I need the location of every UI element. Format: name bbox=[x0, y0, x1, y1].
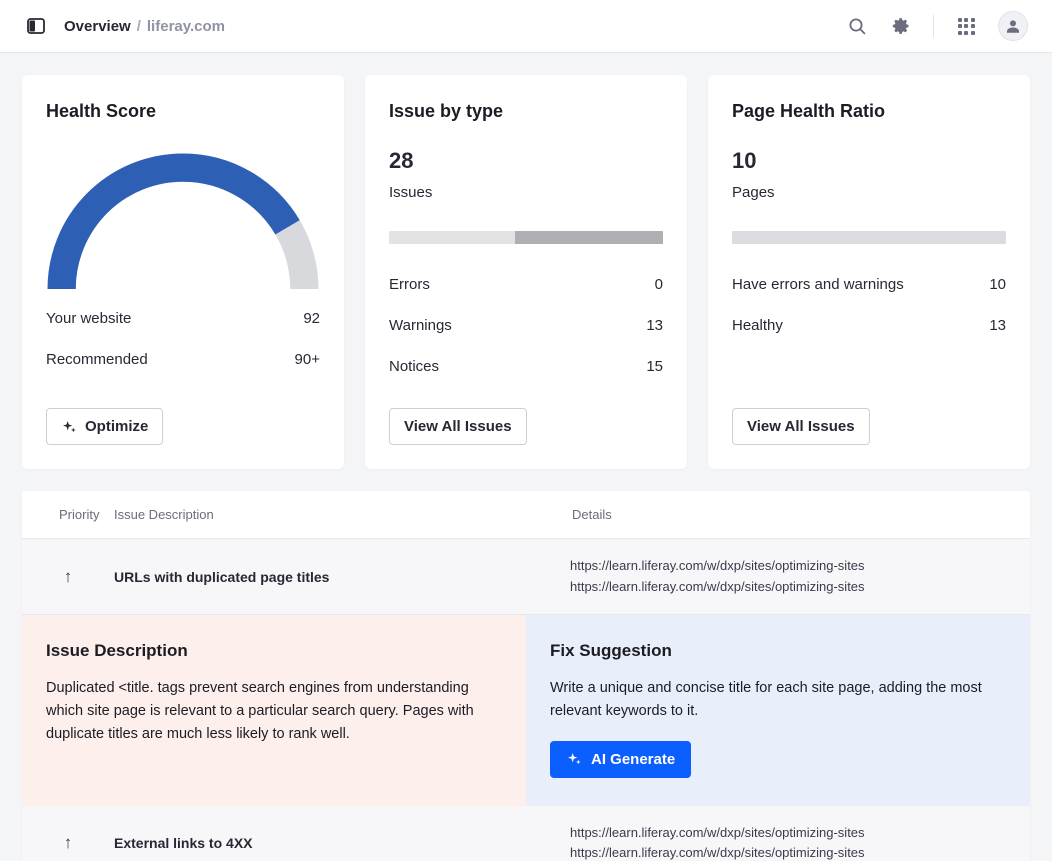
breadcrumb-site[interactable]: liferay.com bbox=[147, 18, 225, 35]
issue-description-cell: URLs with duplicated page titles bbox=[114, 569, 570, 585]
page-health-title: Page Health Ratio bbox=[732, 101, 1006, 122]
view-all-issues-button[interactable]: View All Issues bbox=[389, 408, 527, 445]
stat-value: 15 bbox=[646, 358, 663, 375]
stat-label: Errors bbox=[389, 276, 430, 293]
stat-label: Have errors and warnings bbox=[732, 276, 904, 293]
view-all-issues-button[interactable]: View All Issues bbox=[732, 408, 870, 445]
stat-label: Notices bbox=[389, 358, 439, 375]
health-score-card: Health Score Your website 92 Recommended… bbox=[22, 75, 344, 469]
stat-value: 13 bbox=[646, 317, 663, 334]
issue-description-pane-title: Issue Description bbox=[46, 641, 500, 661]
issues-bar bbox=[389, 231, 663, 244]
health-score-title: Health Score bbox=[46, 101, 320, 122]
sidebar-toggle-icon[interactable] bbox=[24, 14, 48, 38]
detail-url[interactable]: https://learn.liferay.com/w/dxp/sites/op… bbox=[570, 558, 865, 573]
issues-bar-segment bbox=[515, 231, 663, 244]
health-gauge-fill bbox=[62, 168, 305, 289]
ai-generate-label: AI Generate bbox=[591, 751, 675, 768]
optimize-button[interactable]: Optimize bbox=[46, 408, 163, 445]
search-icon[interactable] bbox=[845, 14, 869, 38]
stat-row: Your website 92 bbox=[46, 310, 320, 327]
stat-value: 90+ bbox=[295, 351, 320, 368]
issues-count-label: Issues bbox=[389, 184, 663, 201]
main-content: Health Score Your website 92 Recommended… bbox=[0, 53, 1052, 861]
issue-description-pane: Issue Description Duplicated <title. tag… bbox=[22, 615, 526, 806]
pages-bar bbox=[732, 231, 1006, 244]
summary-cards: Health Score Your website 92 Recommended… bbox=[22, 75, 1030, 469]
fix-suggestion-pane-body: Write a unique and concise title for eac… bbox=[550, 677, 1004, 723]
stat-value: 13 bbox=[989, 317, 1006, 334]
pages-count: 10 bbox=[732, 148, 1006, 174]
optimize-label: Optimize bbox=[85, 418, 148, 435]
issue-by-type-card: Issue by type 28 Issues Errors 0 Warning… bbox=[365, 75, 687, 469]
top-bar: Overview / liferay.com bbox=[0, 0, 1052, 53]
issue-description-pane-body: Duplicated <title. tags prevent search e… bbox=[46, 677, 500, 746]
pages-count-label: Pages bbox=[732, 184, 1006, 201]
stat-row: Notices 15 bbox=[389, 358, 663, 375]
stat-row: Healthy 13 bbox=[732, 317, 1006, 334]
header-divider bbox=[933, 15, 934, 37]
breadcrumb-separator: / bbox=[137, 18, 141, 35]
stat-label: Your website bbox=[46, 310, 131, 327]
stat-label: Warnings bbox=[389, 317, 452, 334]
page-health-ratio-card: Page Health Ratio 10 Pages Have errors a… bbox=[708, 75, 1030, 469]
issue-description-cell: External links to 4XX bbox=[114, 835, 570, 851]
stat-row: Errors 0 bbox=[389, 276, 663, 293]
stat-row: Warnings 13 bbox=[389, 317, 663, 334]
stat-value: 92 bbox=[303, 310, 320, 327]
ai-generate-button[interactable]: AI Generate bbox=[550, 741, 691, 778]
issues-bar-segment bbox=[389, 231, 515, 244]
stat-label: Healthy bbox=[732, 317, 783, 334]
priority-up-icon: ↑ bbox=[22, 567, 114, 587]
sparkle-icon bbox=[61, 419, 77, 435]
sparkle-icon bbox=[566, 751, 582, 767]
apps-grid-icon[interactable] bbox=[954, 14, 978, 38]
stat-row: Recommended 90+ bbox=[46, 351, 320, 368]
issues-count: 28 bbox=[389, 148, 663, 174]
stat-value: 0 bbox=[655, 276, 663, 293]
breadcrumb: Overview / liferay.com bbox=[64, 18, 225, 35]
description-column-header: Issue Description bbox=[114, 507, 570, 522]
breadcrumb-section[interactable]: Overview bbox=[64, 18, 131, 35]
details-column-header: Details bbox=[570, 507, 1030, 522]
table-row[interactable]: ↑ URLs with duplicated page titles https… bbox=[22, 539, 1030, 615]
detail-url[interactable]: https://learn.liferay.com/w/dxp/sites/op… bbox=[570, 825, 865, 840]
table-row[interactable]: ↑ External links to 4XX https://learn.li… bbox=[22, 806, 1030, 861]
issue-by-type-title: Issue by type bbox=[389, 101, 663, 122]
pages-bar-segment bbox=[732, 231, 1006, 244]
expanded-issue-panel: Issue Description Duplicated <title. tag… bbox=[22, 615, 1030, 806]
user-avatar[interactable] bbox=[998, 11, 1028, 41]
priority-up-icon: ↑ bbox=[22, 833, 114, 853]
stat-value: 10 bbox=[989, 276, 1006, 293]
detail-url[interactable]: https://learn.liferay.com/w/dxp/sites/op… bbox=[570, 845, 865, 860]
detail-url[interactable]: https://learn.liferay.com/w/dxp/sites/op… bbox=[570, 579, 865, 594]
fix-suggestion-pane: Fix Suggestion Write a unique and concis… bbox=[526, 615, 1030, 806]
issues-table: Priority Issue Description Details ↑ URL… bbox=[22, 491, 1030, 861]
fix-suggestion-pane-title: Fix Suggestion bbox=[550, 641, 1004, 661]
stat-label: Recommended bbox=[46, 351, 148, 368]
gear-icon[interactable] bbox=[889, 14, 913, 38]
details-cell: https://learn.liferay.com/w/dxp/sites/op… bbox=[570, 823, 1030, 861]
details-cell: https://learn.liferay.com/w/dxp/sites/op… bbox=[570, 556, 1030, 596]
priority-column-header: Priority bbox=[22, 507, 114, 522]
table-header-row: Priority Issue Description Details bbox=[22, 491, 1030, 539]
health-score-gauge bbox=[46, 148, 320, 296]
stat-row: Have errors and warnings 10 bbox=[732, 276, 1006, 293]
